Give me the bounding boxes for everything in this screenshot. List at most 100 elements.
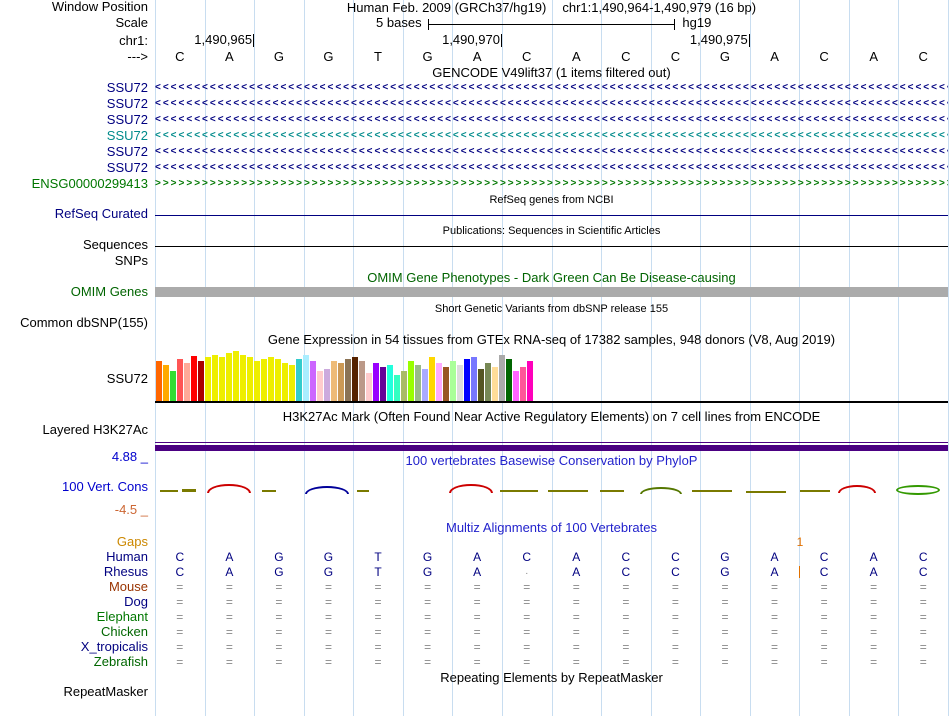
track-label-strand[interactable]: ---> [0,49,148,65]
track-label-ssu72-4[interactable]: SSU72 [0,128,148,144]
alignment-cell: = [523,610,531,624]
alignment-row-elephant[interactable]: = = = = = = = = = = = = = = = = [155,610,948,624]
omim-genes-bar[interactable] [155,287,948,297]
h3k27ac-signal-bar[interactable] [155,445,948,451]
alignment-cell: = [919,580,927,594]
gene-arrow-row-ensg00000299413-transcript[interactable]: >>>>>>>>>>>>>>>>>>>>>>>>>>>>>>>>>>>>>>>>… [155,178,948,190]
alignment-cell: = [374,595,382,609]
alignment-cell: C [671,550,680,564]
gtex-bar [506,359,512,401]
alignment-cell: G [274,550,284,564]
alignment-row-chicken[interactable]: = = = = = = = = = = = = = = = = [155,625,948,639]
track-label-x-tropicalis[interactable]: X_tropicalis [0,639,148,655]
alignment-cell: = [225,640,233,654]
alignment-cell: = [275,655,283,669]
gap-count: 1 [796,535,804,549]
alignment-cell: = [473,595,481,609]
alignment-cell: = [176,610,184,624]
track-label-sequences[interactable]: Sequences [0,237,148,253]
track-label-cons-max[interactable]: 4.88 _ [0,449,148,465]
alignment-cell: = [473,610,481,624]
track-label-scale[interactable]: Scale [0,15,148,31]
track-label-elephant[interactable]: Elephant [0,609,148,625]
alignment-row-dog[interactable]: = = = = = = = = = = = = = = = = [155,595,948,609]
track-label-snps[interactable]: SNPs [0,253,148,269]
gene-arrow-row-ssu72-transcript-6[interactable]: <<<<<<<<<<<<<<<<<<<<<<<<<<<<<<<<<<<<<<<<… [155,162,948,174]
alignment-row-mouse[interactable]: = = = = = = = = = = = = = = = = [155,580,948,594]
track-label-gtex-ssu72[interactable]: SSU72 [0,371,148,387]
track-label-zebrafish[interactable]: Zebrafish [0,654,148,670]
alignment-cell: = [919,655,927,669]
alignment-row-human[interactable]: CAGGTGACACCGACAC [155,550,948,564]
alignment-cell: = [176,625,184,639]
alignment-cell: C [621,565,631,579]
alignment-cell: = [771,610,779,624]
gene-arrow-row-ssu72-transcript-3[interactable]: <<<<<<<<<<<<<<<<<<<<<<<<<<<<<<<<<<<<<<<<… [155,114,948,126]
alignment-row-rhesus[interactable]: C A G G T G A. A C C G A C A C [155,565,948,579]
h3k27ac-thin-line[interactable] [155,442,948,443]
track-label-ssu72-5[interactable]: SSU72 [0,144,148,160]
track-label-ssu72-6[interactable]: SSU72 [0,160,148,176]
alignment-cell: = [572,595,580,609]
omim-title[interactable]: OMIM Gene Phenotypes - Dark Green Can Be… [155,270,948,286]
track-label-ssu72-3[interactable]: SSU72 [0,112,148,128]
gtex-title[interactable]: Gene Expression in 54 tissues from GTEx … [155,332,948,348]
alignment-row-x-tropicalis[interactable]: = = = = = = = = = = = = = = = = [155,640,948,654]
alignment-cell: = [919,610,927,624]
multiz-title[interactable]: Multiz Alignments of 100 Vertebrates [155,520,948,536]
gencode-title[interactable]: GENCODE V49lift37 (1 items filtered out) [155,65,948,81]
gtex-baseline[interactable] [155,401,948,403]
alignment-cell: = [622,640,630,654]
repeatmasker-title[interactable]: Repeating Elements by RepeatMasker [155,670,948,686]
dbsnp-title[interactable]: Short Genetic Variants from dbSNP releas… [155,301,948,317]
track-label-cons-min[interactable]: -4.5 _ [0,502,148,518]
conservation-mark [548,490,588,492]
track-label-common-dbsnp[interactable]: Common dbSNP(155) [0,315,148,331]
alignment-cell: = [622,610,630,624]
alignment-cell: = [870,595,878,609]
alignment-row-zebrafish[interactable]: = = = = = = = = = = = = = = = = [155,655,948,669]
track-label-gaps[interactable]: Gaps [0,534,148,550]
alignment-cell: = [374,640,382,654]
track-label-rhesus[interactable]: Rhesus [0,564,148,580]
h3k27ac-title[interactable]: H3K27Ac Mark (Often Found Near Active Re… [155,409,948,425]
gene-arrow-row-ssu72-transcript-4[interactable]: <<<<<<<<<<<<<<<<<<<<<<<<<<<<<<<<<<<<<<<<… [155,130,948,142]
publications-title[interactable]: Publications: Sequences in Scientific Ar… [155,223,948,239]
alignment-cell: = [225,595,233,609]
alignment-cell: = [275,595,283,609]
alignment-cell: C [175,550,185,564]
alignment-cell: = [721,580,729,594]
gene-arrow-row-ssu72-transcript-2[interactable]: <<<<<<<<<<<<<<<<<<<<<<<<<<<<<<<<<<<<<<<<… [155,98,948,110]
sequences-line[interactable] [155,246,948,247]
gtex-bar [471,357,477,401]
gtex-bar [359,361,365,401]
window-position-title: Human Feb. 2009 (GRCh37/hg19) chr1:1,490… [155,1,948,15]
alignment-cell: A [572,550,581,564]
track-label-window-position[interactable]: Window Position [0,0,148,15]
track-label-vert-cons[interactable]: 100 Vert. Cons [0,479,148,495]
ruler-tick-mark [500,34,502,47]
gtex-bar [268,357,274,401]
track-label-repeatmasker[interactable]: RepeatMasker [0,684,148,700]
gtex-bar [485,363,491,401]
track-label-chrom[interactable]: chr1: [0,33,148,49]
track-label-layered-h3k27ac[interactable]: Layered H3K27Ac [0,422,148,438]
track-label-chicken[interactable]: Chicken [0,624,148,640]
track-label-mouse[interactable]: Mouse [0,579,148,595]
track-label-human[interactable]: Human [0,549,148,565]
gene-arrow-row-ssu72-transcript-5[interactable]: <<<<<<<<<<<<<<<<<<<<<<<<<<<<<<<<<<<<<<<<… [155,146,948,158]
alignment-cell: = [820,595,828,609]
alignment-cell: = [919,640,927,654]
refseq-title[interactable]: RefSeq genes from NCBI [155,192,948,208]
track-label-ssu72-2[interactable]: SSU72 [0,96,148,112]
gene-arrow-row-ssu72-transcript-1[interactable]: <<<<<<<<<<<<<<<<<<<<<<<<<<<<<<<<<<<<<<<<… [155,82,948,94]
track-label-dog[interactable]: Dog [0,594,148,610]
track-label-ensg00000299413[interactable]: ENSG00000299413 [0,176,148,192]
alignment-cell: = [820,625,828,639]
track-label-refseq-curated[interactable]: RefSeq Curated [0,206,148,222]
track-label-omim-genes[interactable]: OMIM Genes [0,284,148,300]
phylop-title[interactable]: 100 vertebrates Basewise Conservation by… [155,453,948,469]
track-label-ssu72-1[interactable]: SSU72 [0,80,148,96]
gtex-bar [394,375,400,401]
refseq-curated-line[interactable] [155,215,948,216]
